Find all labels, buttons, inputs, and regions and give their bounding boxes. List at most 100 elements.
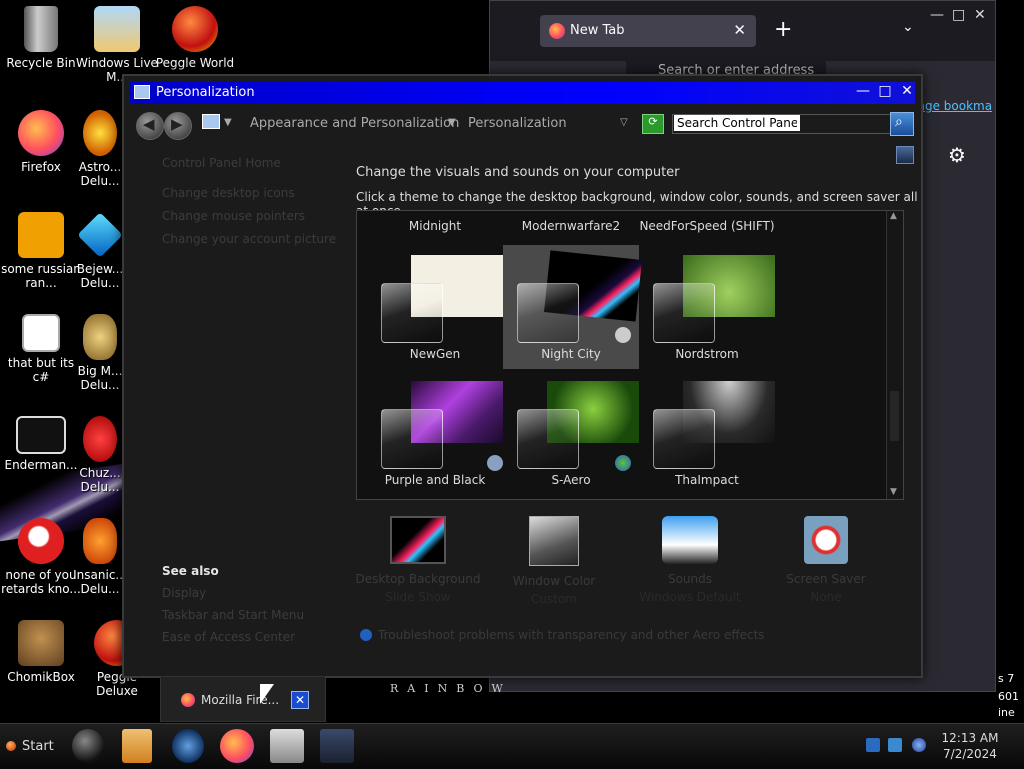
title-bar[interactable]: Personalization — □ ✕ — [130, 82, 915, 104]
window-color-icon — [529, 516, 579, 566]
desktop-icon-insaniquarium[interactable]: Insanic... Delu... — [70, 518, 130, 596]
tray-volume-icon[interactable] — [912, 738, 926, 752]
toolbar: ◀ ▶ ▼ Appearance and Personalization ▼ P… — [124, 104, 921, 144]
edge-text: ine — [998, 706, 1015, 719]
troubleshoot-link[interactable]: Troubleshoot problems with transparency … — [360, 628, 765, 642]
theme-night-city[interactable]: Night City — [503, 245, 642, 369]
link-ease-of-access[interactable]: Ease of Access Center — [162, 630, 352, 644]
taskbar-pinned-app-icon[interactable] — [72, 729, 104, 763]
list-tabs-icon[interactable]: ⌄ — [902, 19, 914, 35]
mouse-cursor-icon — [260, 684, 274, 704]
refresh-button[interactable]: ⟳ — [642, 114, 664, 134]
minimize-icon[interactable]: — — [854, 83, 872, 99]
control-panel-taskbar-icon[interactable] — [320, 729, 354, 763]
window-color-item[interactable]: Window Color Custom — [486, 516, 622, 606]
minimize-icon[interactable]: — — [930, 7, 944, 23]
forward-button[interactable]: ▶ — [164, 112, 192, 140]
tray-display-icon[interactable] — [888, 738, 902, 752]
screen-saver-item[interactable]: Screen Saver None — [758, 516, 894, 604]
link-control-panel-home[interactable]: Control Panel Home — [162, 156, 352, 170]
desktop-icon-peggle-world[interactable]: Peggle World — [154, 6, 236, 70]
gear-icon[interactable]: ⚙ — [948, 143, 966, 167]
theme-list[interactable]: Midnight Modernwarfare2 NeedForSpeed (SH… — [356, 210, 904, 500]
desktop-icon-windows-live[interactable]: Windows Live M... — [76, 6, 158, 84]
see-also-heading: See also — [162, 564, 219, 578]
taskbar-thumbnail-preview[interactable]: Mozilla Fire... ✕ — [160, 676, 326, 722]
maximize-icon[interactable]: □ — [876, 83, 894, 99]
window-glass-icon — [517, 409, 579, 469]
link-change-account-picture[interactable]: Change your account picture — [162, 232, 352, 246]
control-panel-icon — [202, 114, 220, 129]
close-tab-icon[interactable]: ✕ — [733, 21, 746, 39]
firefox-taskbar-icon[interactable] — [220, 729, 254, 763]
theme-settings-row: Desktop Background Slide Show Window Col… — [356, 516, 920, 606]
media-player-icon[interactable] — [122, 729, 152, 763]
desktop-background-item[interactable]: Desktop Background Slide Show — [350, 516, 486, 604]
address-dropdown-icon[interactable]: ▽ — [620, 117, 628, 128]
theme-scrollbar[interactable]: ▲ ▼ — [886, 211, 903, 499]
scroll-up-icon[interactable]: ▲ — [890, 211, 897, 221]
firefox-icon — [18, 110, 64, 156]
theme-s-aero[interactable]: S-Aero — [503, 371, 639, 495]
personalization-window[interactable]: Personalization — □ ✕ ◀ ▶ ▼ Appearance a… — [122, 74, 923, 678]
maximize-icon[interactable]: □ — [952, 7, 965, 23]
theme-newgen[interactable]: NewGen — [367, 245, 503, 369]
tray-network-icon[interactable] — [866, 738, 880, 752]
chevron-down-icon[interactable]: ▼ — [224, 117, 232, 128]
sounds-icon — [662, 516, 718, 564]
theme-purple-and-black[interactable]: Purple and Black — [367, 371, 503, 495]
desktop-icon-chomikbox[interactable]: ChomikBox — [0, 620, 82, 684]
start-button[interactable]: Start — [2, 728, 60, 764]
help-icon[interactable] — [896, 146, 914, 164]
window-glass-icon — [517, 283, 579, 343]
file-icon — [22, 314, 60, 352]
close-icon[interactable]: ✕ — [898, 83, 916, 99]
close-preview-button[interactable]: ✕ — [291, 691, 309, 709]
window-glass-icon — [381, 283, 443, 343]
scroll-thumb[interactable] — [890, 391, 899, 441]
wallpaper-text: RAINBOW — [390, 682, 512, 695]
theme-midnight[interactable]: Midnight — [367, 211, 503, 239]
new-tab-icon[interactable]: + — [774, 17, 792, 42]
arrow-right-icon: ▶ — [171, 115, 183, 133]
fish-icon — [83, 518, 117, 564]
screen-saver-icon — [804, 516, 848, 564]
chevron-down-icon[interactable]: ▼ — [448, 117, 456, 128]
chuzzle-icon — [83, 416, 117, 462]
edge-text: s 7 — [998, 672, 1015, 685]
theme-nordstrom[interactable]: Nordstrom — [639, 245, 775, 369]
window-glass-icon — [653, 409, 715, 469]
back-button[interactable]: ◀ — [136, 112, 164, 140]
search-icon: ⌕ — [895, 114, 903, 130]
scroll-down-icon[interactable]: ▼ — [890, 487, 897, 497]
window-title: Personalization — [156, 85, 255, 100]
theme-needforspeed[interactable]: NeedForSpeed (SHIFT) — [639, 211, 775, 239]
link-change-mouse-pointers[interactable]: Change mouse pointers — [162, 209, 352, 223]
taskbar: Start 12:13 AM 7/2/2024 — [0, 723, 1024, 769]
search-input[interactable] — [674, 115, 800, 131]
tab-title: New Tab — [570, 23, 625, 38]
desktop-icon-big-money[interactable]: Big M... Delu... — [70, 314, 130, 392]
desktop-icon-bejeweled[interactable]: Bejew... Delu... — [70, 212, 130, 290]
desktop-icon-astro[interactable]: Astro... Delu... — [70, 110, 130, 188]
clock[interactable]: 12:13 AM 7/2/2024 — [940, 730, 1000, 762]
breadcrumb-personalization[interactable]: Personalization — [468, 116, 567, 131]
breadcrumb-appearance[interactable]: Appearance and Personalization — [250, 116, 459, 131]
theme-modernwarfare2[interactable]: Modernwarfare2 — [503, 211, 639, 239]
globe-icon[interactable] — [172, 729, 204, 763]
link-display[interactable]: Display — [162, 586, 352, 600]
sounds-item[interactable]: Sounds Windows Default — [622, 516, 758, 604]
link-taskbar-start-menu[interactable]: Taskbar and Start Menu — [162, 608, 352, 622]
link-change-desktop-icons[interactable]: Change desktop icons — [162, 186, 352, 200]
start-orb-icon — [6, 741, 16, 751]
theme-thaimpact[interactable]: ThaImpact — [639, 371, 775, 495]
search-box[interactable] — [672, 114, 896, 134]
close-icon[interactable]: ✕ — [974, 7, 986, 23]
desktop-icon-recycle-bin[interactable]: Recycle Bin — [0, 6, 82, 70]
firefox-icon — [181, 693, 195, 707]
tab-new-tab[interactable]: New Tab ✕ — [540, 15, 756, 47]
desktop-icon-chuzzle[interactable]: Chuz... Delu... — [70, 416, 130, 494]
money-bag-icon — [83, 314, 117, 360]
recorder-icon[interactable] — [270, 729, 304, 763]
search-button[interactable]: ⌕ — [890, 112, 914, 136]
